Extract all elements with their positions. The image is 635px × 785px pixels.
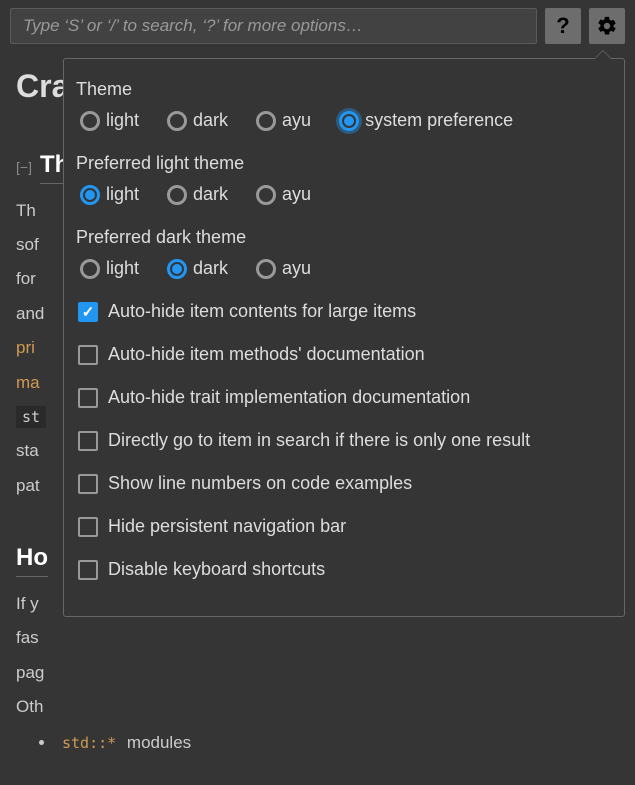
radio-icon [167,185,187,205]
radio-option-light[interactable]: light [80,184,139,205]
search-input[interactable] [10,8,537,44]
radio-label: ayu [282,258,311,279]
radio-option-dark[interactable]: dark [167,184,228,205]
checkbox-label: Show line numbers on code examples [108,473,412,494]
dark-radio-group: light dark ayu [80,258,616,279]
radio-icon [167,111,187,131]
checkbox-label: Auto-hide item methods' documentation [108,344,425,365]
setting-checkbox-0[interactable]: Auto-hide item contents for large items [78,301,616,322]
checkbox-icon [78,302,98,322]
radio-label: light [106,184,139,205]
settings-button[interactable] [589,8,625,44]
radio-icon [167,259,187,279]
checkbox-icon [78,560,98,580]
radio-label: system preference [365,110,513,131]
radio-option-ayu[interactable]: ayu [256,258,311,279]
checkbox-label: Directly go to item in search if there i… [108,430,530,451]
radio-label: light [106,258,139,279]
radio-label: dark [193,110,228,131]
radio-option-ayu[interactable]: ayu [256,110,311,131]
radio-option-dark[interactable]: dark [167,110,228,131]
radio-option-light[interactable]: light [80,110,139,131]
checkbox-label: Hide persistent navigation bar [108,516,346,537]
radio-label: dark [193,258,228,279]
setting-checkbox-6[interactable]: Disable keyboard shortcuts [78,559,616,580]
setting-checkbox-1[interactable]: Auto-hide item methods' documentation [78,344,616,365]
radio-icon [80,111,100,131]
setting-checkbox-3[interactable]: Directly go to item in search if there i… [78,430,616,451]
radio-option-system-preference[interactable]: system preference [339,110,513,131]
radio-option-dark[interactable]: dark [167,258,228,279]
checkbox-label: Auto-hide trait implementation documenta… [108,387,470,408]
checkbox-icon [78,345,98,365]
checkbox-icon [78,474,98,494]
checkbox-label: Disable keyboard shortcuts [108,559,325,580]
radio-option-light[interactable]: light [80,258,139,279]
gear-icon [596,15,618,37]
checkbox-icon [78,517,98,537]
radio-label: ayu [282,184,311,205]
radio-label: ayu [282,110,311,131]
radio-icon [256,185,276,205]
help-button[interactable]: ? [545,8,581,44]
checkbox-label: Auto-hide item contents for large items [108,301,416,322]
radio-icon [256,111,276,131]
top-bar: ? [0,0,635,52]
light-radio-group: light dark ayu [80,184,616,205]
collapse-icon[interactable]: [−] [16,159,32,175]
radio-icon [256,259,276,279]
checkbox-icon [78,388,98,408]
theme-group-label: Theme [76,79,616,100]
settings-popover: Theme light dark ayu system preference Pref… [63,58,625,617]
radio-icon [339,111,359,131]
radio-label: light [106,110,139,131]
radio-icon [80,259,100,279]
radio-icon [80,185,100,205]
radio-option-ayu[interactable]: ayu [256,184,311,205]
setting-checkbox-5[interactable]: Hide persistent navigation bar [78,516,616,537]
section-heading: Ho [16,539,48,577]
preferred-dark-label: Preferred dark theme [76,227,616,248]
setting-checkbox-2[interactable]: Auto-hide trait implementation documenta… [78,387,616,408]
preferred-light-label: Preferred light theme [76,153,616,174]
checkbox-icon [78,431,98,451]
theme-radio-group: light dark ayu system preference [80,110,616,131]
radio-label: dark [193,184,228,205]
setting-checkbox-4[interactable]: Show line numbers on code examples [78,473,616,494]
